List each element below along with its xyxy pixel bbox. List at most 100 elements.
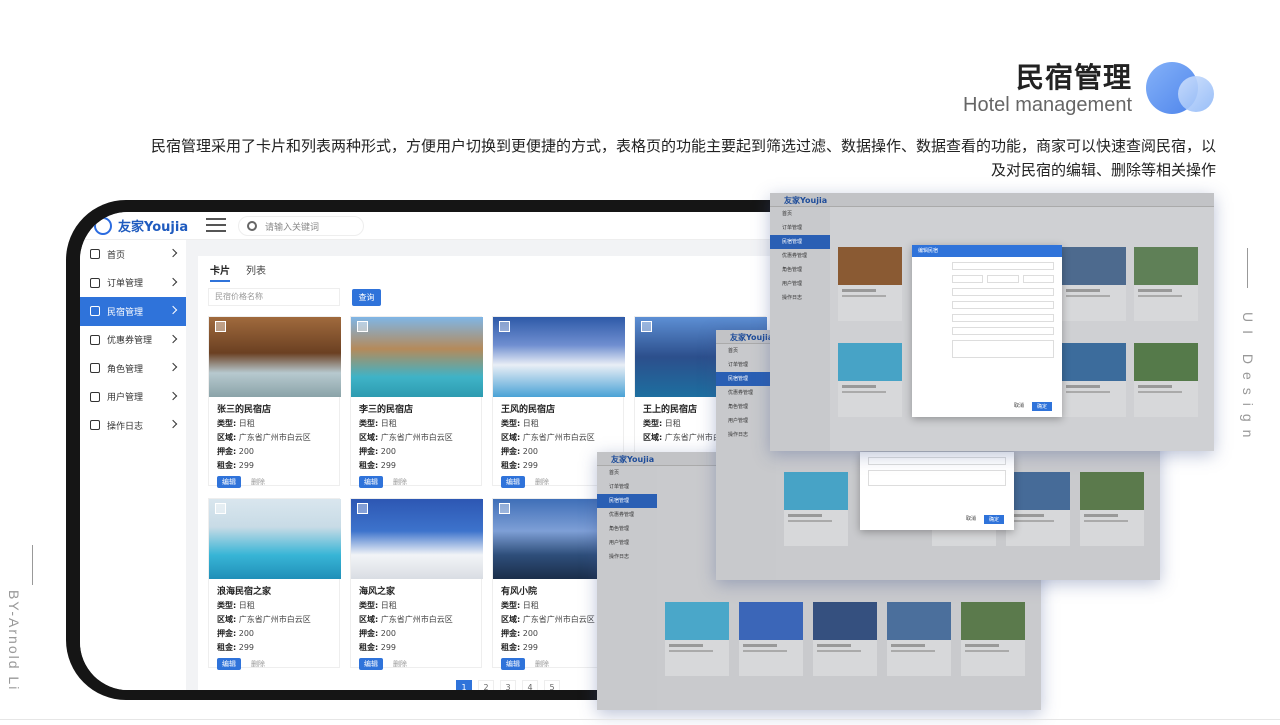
card-checkbox[interactable] bbox=[215, 503, 226, 514]
card-checkbox[interactable] bbox=[357, 321, 368, 332]
confirm-button[interactable]: 确定 bbox=[1031, 402, 1052, 411]
delete-button[interactable]: 删除 bbox=[535, 477, 549, 487]
hotel-card[interactable]: 海风之家 类型: 日租 区域: 广东省广州市白云区 押金: 200 租金: 29… bbox=[350, 498, 483, 670]
side-line-right bbox=[1247, 248, 1248, 288]
field-value: 日租 bbox=[522, 419, 539, 428]
search-input[interactable]: 请输入关键词 bbox=[238, 216, 364, 236]
sidebar-item-label: 首页 bbox=[107, 250, 126, 261]
preview-nav-item: 优惠券管理 bbox=[782, 253, 808, 259]
preview-topbar: 友家Youjia bbox=[770, 193, 1214, 207]
delete-button[interactable]: 删除 bbox=[251, 477, 265, 487]
preview-nav-item: 订单管理 bbox=[728, 362, 749, 368]
page-subtitle: Hotel management bbox=[963, 94, 1132, 116]
hotel-area: 区域: 广东省广州市白云区 bbox=[209, 431, 339, 445]
card-checkbox[interactable] bbox=[357, 503, 368, 514]
preview-nav-item: 角色管理 bbox=[728, 404, 749, 410]
menu-toggle-icon[interactable] bbox=[206, 218, 226, 232]
edit-button[interactable]: 编辑 bbox=[359, 658, 383, 670]
side-line-left bbox=[32, 545, 33, 585]
field-label: 区域: bbox=[359, 433, 379, 442]
field-label: 区域: bbox=[643, 433, 663, 442]
sidebar-item-users[interactable]: 用户管理 bbox=[80, 383, 186, 412]
hotel-type: 类型: 日租 bbox=[493, 417, 623, 431]
field-label: 类型: bbox=[217, 419, 237, 428]
card-checkbox[interactable] bbox=[641, 321, 652, 332]
dialog-row bbox=[920, 340, 1054, 358]
field-value: 日租 bbox=[380, 601, 397, 610]
search-placeholder: 请输入关键词 bbox=[265, 222, 320, 233]
field-label: 类型: bbox=[501, 601, 521, 610]
hotel-deposit: 押金: 200 bbox=[209, 627, 339, 641]
decor-circle-small bbox=[1178, 76, 1214, 112]
cancel-button[interactable]: 取消 bbox=[1014, 402, 1024, 411]
hotel-deposit: 押金: 200 bbox=[209, 445, 339, 459]
page-button-1[interactable]: 1 bbox=[456, 680, 472, 690]
preview-nav-item: 用户管理 bbox=[782, 281, 803, 287]
field-value: 200 bbox=[380, 447, 397, 456]
card-checkbox[interactable] bbox=[499, 321, 510, 332]
card-checkbox[interactable] bbox=[215, 321, 226, 332]
page-button-3[interactable]: 3 bbox=[500, 680, 516, 690]
hotel-card[interactable]: 浪海民宿之家 类型: 日租 区域: 广东省广州市白云区 押金: 200 租金: … bbox=[208, 498, 341, 670]
field-value: 广东省广州市白云区 bbox=[380, 433, 453, 442]
edit-button[interactable]: 编辑 bbox=[501, 476, 525, 488]
sidebar-item-label: 民宿管理 bbox=[107, 307, 144, 318]
field-label: 押金: bbox=[501, 629, 521, 638]
field-label: 租金: bbox=[217, 643, 237, 652]
delete-button[interactable]: 删除 bbox=[393, 659, 407, 669]
sidebar-item-logs[interactable]: 操作日志 bbox=[80, 411, 186, 440]
order-icon bbox=[90, 277, 100, 288]
field-value: 299 bbox=[380, 643, 397, 652]
delete-button[interactable]: 删除 bbox=[393, 477, 407, 487]
page-button-2[interactable]: 2 bbox=[478, 680, 494, 690]
hotel-card[interactable]: 李三的民宿店 类型: 日租 区域: 广东省广州市白云区 押金: 200 租金: … bbox=[350, 316, 483, 488]
preview-nav-item: 优惠券管理 bbox=[728, 390, 754, 396]
app-logo[interactable]: 友家Youjia bbox=[94, 216, 188, 235]
preview-nav-item: 首页 bbox=[728, 348, 739, 354]
pagination: 1 2 3 4 5 bbox=[456, 680, 560, 690]
sidebar-item-home[interactable]: 首页 bbox=[80, 240, 186, 269]
field-label: 租金: bbox=[501, 643, 521, 652]
page-button-5[interactable]: 5 bbox=[544, 680, 560, 690]
card-checkbox[interactable] bbox=[499, 503, 510, 514]
field-label: 类型: bbox=[217, 601, 237, 610]
sidebar-item-orders[interactable]: 订单管理 bbox=[80, 269, 186, 298]
field-value: 广东省广州市白云区 bbox=[522, 615, 595, 624]
edit-button[interactable]: 编辑 bbox=[217, 658, 241, 670]
preview-card bbox=[739, 602, 803, 676]
dialog-row bbox=[920, 301, 1054, 309]
hotel-type: 类型: 日租 bbox=[351, 417, 481, 431]
preview-card bbox=[887, 602, 951, 676]
field-value: 299 bbox=[238, 461, 255, 470]
query-button[interactable]: 查询 bbox=[352, 289, 381, 306]
field-label: 租金: bbox=[359, 643, 379, 652]
hotel-card[interactable]: 张三的民宿店 类型: 日租 区域: 广东省广州市白云区 押金: 200 租金: … bbox=[208, 316, 341, 488]
hotel-photo bbox=[209, 499, 341, 579]
tab-card[interactable]: 卡片 bbox=[210, 262, 230, 282]
edit-button[interactable]: 编辑 bbox=[501, 658, 525, 670]
name-filter-input[interactable]: 民宿价格名称 bbox=[208, 288, 340, 306]
bottom-divider bbox=[0, 719, 1280, 720]
delete-button[interactable]: 删除 bbox=[251, 659, 265, 669]
sidebar-item-label: 操作日志 bbox=[107, 421, 144, 432]
preview-logo: 友家Youjia bbox=[784, 196, 828, 205]
sidebar-item-roles[interactable]: 角色管理 bbox=[80, 354, 186, 383]
sidebar-item-hotels[interactable]: 民宿管理 bbox=[80, 297, 186, 326]
cancel-button[interactable]: 取消 bbox=[966, 515, 976, 524]
log-icon bbox=[90, 420, 100, 431]
delete-button[interactable]: 删除 bbox=[535, 659, 549, 669]
chevron-right-icon bbox=[168, 248, 178, 258]
confirm-button[interactable]: 确定 bbox=[983, 515, 1004, 524]
preview-nav-item: 首页 bbox=[609, 470, 620, 476]
edit-button[interactable]: 编辑 bbox=[359, 476, 383, 488]
dialog-buttons: 取消 确定 bbox=[1014, 402, 1052, 411]
field-value: 299 bbox=[238, 643, 255, 652]
dialog-row bbox=[920, 314, 1054, 322]
sidebar: 首页 订单管理 民宿管理 优惠券管理 角色管理 用户管理 操作日志 bbox=[80, 240, 186, 690]
page-button-4[interactable]: 4 bbox=[522, 680, 538, 690]
tab-list[interactable]: 列表 bbox=[246, 262, 266, 282]
preview-dialog-buttons: 取消 确定 bbox=[966, 515, 1004, 524]
sidebar-item-coupons[interactable]: 优惠券管理 bbox=[80, 326, 186, 355]
hotel-rent: 租金: 299 bbox=[351, 641, 481, 655]
edit-button[interactable]: 编辑 bbox=[217, 476, 241, 488]
